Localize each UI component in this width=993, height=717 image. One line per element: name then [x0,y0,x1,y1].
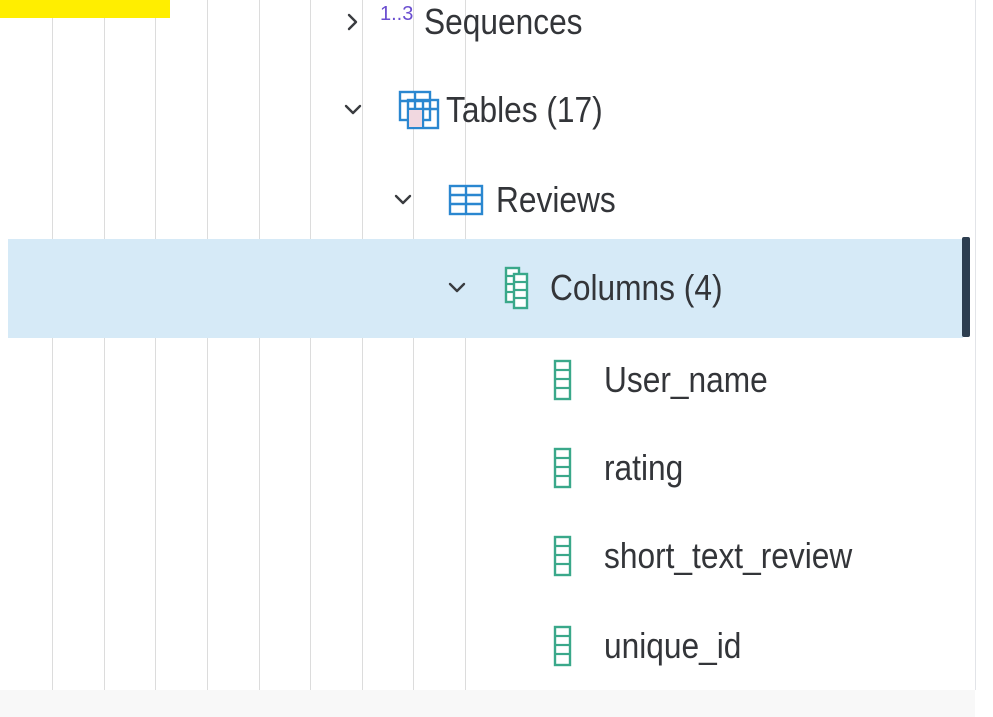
panel-bottom-edge [0,690,975,717]
scrollbar-thumb[interactable] [962,237,970,337]
cropped-badge [0,0,170,18]
column-icon [552,358,574,402]
indent-guide [52,0,53,690]
indent-guide [104,0,105,690]
vertical-scrollbar[interactable] [975,0,993,717]
indent-guide [207,0,208,690]
column-icon [552,624,574,668]
tree-node-label: Tables (17) [446,89,603,130]
chevron-down-icon[interactable] [340,97,366,123]
tree-node-label: Columns (4) [550,267,723,308]
tables-icon [398,90,440,130]
indent-guide [155,0,156,690]
tree-node-label: unique_id [604,625,742,666]
chevron-down-icon[interactable] [390,187,416,213]
sequences-icon: 1..3 [380,2,414,25]
tree-node-label: rating [604,447,684,488]
tree-node-label: Sequences [424,1,583,42]
tree-node-label: Reviews [496,179,616,220]
tree-node-sequences[interactable]: 1..3 Sequences [340,0,604,52]
chevron-down-icon[interactable] [444,275,470,301]
columns-icon [504,266,534,310]
column-icon [552,534,574,578]
object-explorer-tree: 1..3 Sequences Tables (17) Reviews Colum… [0,0,975,690]
tree-node-label: short_text_review [604,535,853,576]
table-icon [448,183,484,217]
indent-guide [310,0,311,690]
tree-node-column[interactable]: User_name [552,350,790,410]
tree-node-column[interactable]: rating [552,438,694,498]
tree-node-columns[interactable]: Columns (4) [444,258,746,318]
tree-node-reviews[interactable]: Reviews [390,170,632,230]
column-icon [552,446,574,490]
chevron-right-icon[interactable] [340,9,366,35]
tree-node-label: User_name [604,359,768,400]
tree-node-column[interactable]: unique_id [552,616,760,676]
tree-node-tables[interactable]: Tables (17) [340,80,624,140]
tree-node-column[interactable]: short_text_review [552,526,886,586]
indent-guide [259,0,260,690]
